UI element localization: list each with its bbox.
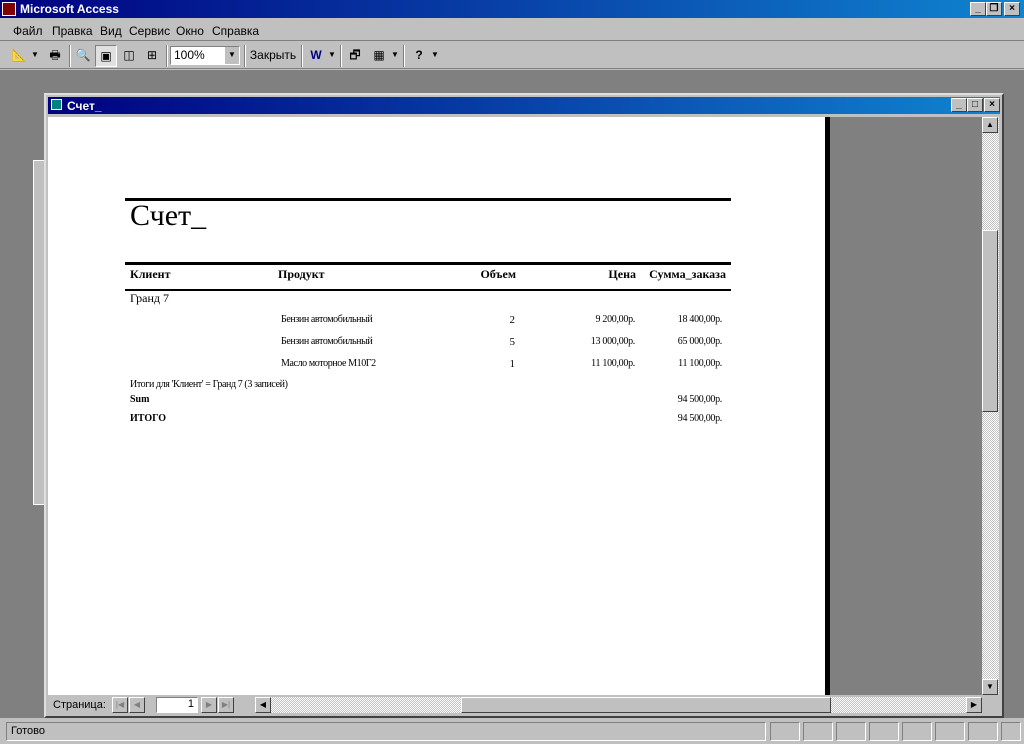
first-page-button[interactable]: |◀: [112, 697, 128, 713]
database-window-icon[interactable]: 🗗: [344, 45, 366, 67]
menu-view[interactable]: Вид: [100, 24, 122, 38]
menu-edit[interactable]: Правка: [52, 24, 93, 38]
dropdown-arrow-icon[interactable]: ▼: [30, 45, 40, 67]
row-sum: 18 400,00р.: [677, 314, 723, 325]
zoom-value: 100%: [174, 48, 205, 62]
horizontal-scroll-thumb[interactable]: [461, 697, 831, 713]
app-title: Microsoft Access: [20, 2, 119, 16]
dropdown-arrow-icon[interactable]: ▼: [390, 45, 400, 67]
toolbar: 📐 ▼ 🖶 🔍 ▣ ◫ ⊞ 100% ▼ Закрыть W ▼ 🗗 ▦ ▼ ? …: [0, 42, 1024, 69]
navigation-bar: Страница: |◀ ◀ 1 ▶ ▶| ◀ ▶: [48, 695, 998, 714]
dropdown-arrow-icon[interactable]: ▼: [430, 45, 440, 67]
row-sum: 65 000,00р.: [677, 336, 723, 347]
access-key-icon: [2, 2, 16, 16]
zoom-select[interactable]: 100% ▼: [170, 46, 240, 65]
chevron-down-icon[interactable]: ▼: [225, 47, 239, 64]
row-price: 9 200,00р.: [595, 314, 635, 325]
row-qty: 2: [509, 314, 516, 326]
child-minimize-button[interactable]: _: [951, 98, 967, 112]
row-product: Бензин автомобильный: [281, 336, 373, 347]
report-window-title-bar: Счет_ _ □ ×: [48, 97, 1000, 114]
menu-window[interactable]: Окно: [176, 24, 204, 38]
minimize-button[interactable]: _: [970, 2, 986, 16]
header-price: Цена: [608, 267, 636, 281]
scroll-left-icon[interactable]: ◀: [255, 697, 271, 713]
group-summary: Итоги для 'Клиент' = Гранд 7 (3 записей): [130, 379, 288, 390]
row-qty: 5: [509, 336, 516, 348]
menu-help[interactable]: Справка: [212, 24, 259, 38]
header-product: Продукт: [278, 267, 325, 281]
new-object-icon[interactable]: ▦: [368, 45, 390, 67]
row-product: Бензин автомобильный: [281, 314, 373, 325]
office-links-icon[interactable]: W: [305, 45, 327, 67]
zoom-icon[interactable]: 🔍: [72, 45, 94, 67]
one-page-icon[interactable]: ▣: [95, 45, 117, 67]
child-close-button[interactable]: ×: [984, 98, 1000, 112]
header-sum: Сумма_заказа: [649, 267, 726, 281]
next-page-button[interactable]: ▶: [201, 697, 217, 713]
vertical-scrollbar[interactable]: ▲ ▼: [982, 117, 999, 695]
app-title-bar: Microsoft Access _ ❐ ×: [0, 0, 1024, 18]
scroll-right-icon[interactable]: ▶: [966, 697, 982, 713]
sum-label: Sum: [130, 394, 150, 405]
row-qty: 1: [509, 358, 516, 370]
menu-file[interactable]: Файл: [13, 24, 43, 38]
restore-button[interactable]: ❐: [986, 2, 1002, 16]
total-value: 94 500,00р.: [677, 413, 723, 424]
row-price: 11 100,00р.: [591, 358, 635, 369]
page-shadow: [825, 117, 830, 695]
header-client: Клиент: [130, 267, 171, 281]
menu-bar: Файл Правка Вид Сервис Окно Справка: [0, 19, 1024, 41]
horizontal-scrollbar[interactable]: ◀ ▶: [255, 697, 982, 713]
scroll-down-icon[interactable]: ▼: [982, 679, 998, 695]
sum-value: 94 500,00р.: [677, 394, 723, 405]
close-button[interactable]: ×: [1004, 2, 1020, 16]
vertical-scroll-thumb[interactable]: [982, 230, 998, 412]
row-product: Масло моторное М10Г2: [281, 358, 376, 369]
dropdown-arrow-icon[interactable]: ▼: [327, 45, 337, 67]
row-sum: 11 100,00р.: [678, 358, 722, 369]
last-page-button[interactable]: ▶|: [218, 697, 234, 713]
report-window-title: Счет_: [67, 99, 102, 113]
scroll-up-icon[interactable]: ▲: [982, 117, 998, 133]
report-title: Счет_: [130, 199, 207, 232]
page-label: Страница:: [53, 699, 106, 711]
print-icon[interactable]: 🖶: [44, 45, 66, 67]
page-number-input[interactable]: 1: [156, 697, 198, 713]
header-qty: Объем: [480, 267, 516, 281]
menu-tools[interactable]: Сервис: [129, 24, 170, 38]
report-icon: [51, 99, 62, 110]
child-maximize-button[interactable]: □: [967, 98, 983, 112]
help-icon[interactable]: ?: [408, 45, 430, 67]
status-text: Готово: [6, 722, 766, 741]
status-bar: Готово: [0, 720, 1024, 744]
prev-page-button[interactable]: ◀: [129, 697, 145, 713]
design-view-icon[interactable]: 📐: [8, 45, 30, 67]
multiple-pages-icon[interactable]: ⊞: [141, 45, 163, 67]
total-label: ИТОГО: [130, 413, 166, 424]
row-price: 13 000,00р.: [590, 336, 636, 347]
two-pages-icon[interactable]: ◫: [118, 45, 140, 67]
group-client: Гранд 7: [130, 291, 170, 305]
close-preview-button[interactable]: Закрыть: [248, 45, 298, 67]
